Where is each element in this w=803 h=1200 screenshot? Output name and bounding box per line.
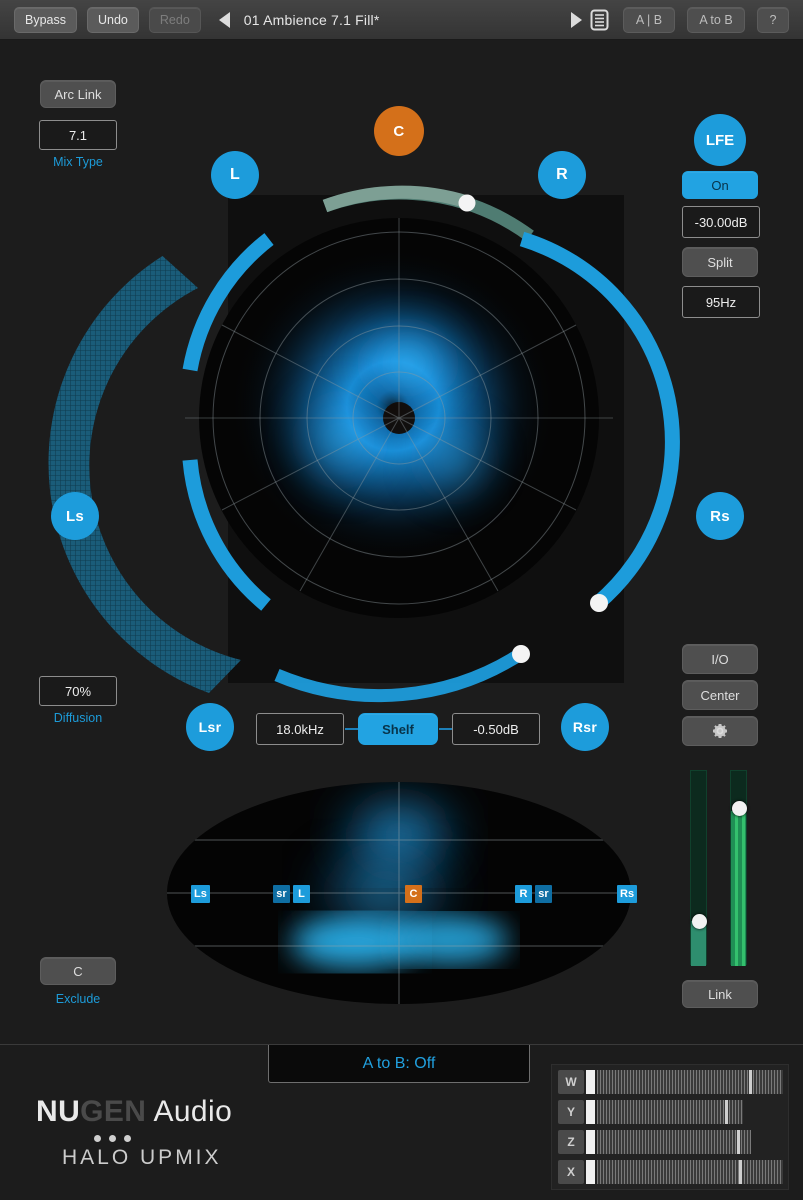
ambi-row-y: Y bbox=[558, 1100, 784, 1124]
undo-button[interactable]: Undo bbox=[87, 7, 139, 33]
ambi-row-z: Z bbox=[558, 1130, 784, 1154]
diffusion-label: Diffusion bbox=[28, 711, 128, 725]
speaker-badge-c[interactable]: C bbox=[374, 106, 424, 156]
brand-audio: Audio bbox=[146, 1095, 232, 1128]
eq-gain-field[interactable]: -0.50dB bbox=[452, 713, 540, 745]
ambi-label-y: Y bbox=[558, 1100, 584, 1124]
diffusion-field[interactable]: 70% bbox=[39, 676, 117, 706]
fader-left-knob[interactable] bbox=[692, 914, 707, 929]
preset-name[interactable]: 01 Ambience 7.1 Fill* bbox=[244, 12, 380, 28]
panner-marker-ls[interactable]: Ls bbox=[191, 885, 210, 903]
ambi-row-w: W bbox=[558, 1070, 784, 1094]
ambi-peak-x bbox=[586, 1160, 595, 1184]
a-to-b-button[interactable]: A to B bbox=[687, 7, 745, 33]
ambi-bars-w bbox=[597, 1070, 783, 1094]
ambisonic-meter: WYZX bbox=[551, 1064, 789, 1190]
ambi-bars-z bbox=[597, 1130, 751, 1154]
preset-prev-icon[interactable] bbox=[219, 12, 230, 28]
link-button[interactable]: Link bbox=[682, 980, 758, 1008]
brand-nu: NU bbox=[36, 1095, 80, 1128]
settings-button[interactable] bbox=[682, 716, 758, 746]
mix-type-field[interactable]: 7.1 bbox=[39, 120, 117, 150]
speaker-badge-l[interactable]: L bbox=[211, 151, 259, 199]
panner-marker-l[interactable]: L bbox=[293, 885, 310, 903]
ambi-label-z: Z bbox=[558, 1130, 584, 1154]
fader-right-knob[interactable] bbox=[732, 801, 747, 816]
top-toolbar: Bypass Undo Redo 01 Ambience 7.1 Fill* A… bbox=[0, 0, 803, 40]
ambi-peak-w bbox=[586, 1070, 595, 1094]
speaker-badge-lsr[interactable]: Lsr bbox=[186, 703, 234, 751]
eq-link-dash-right bbox=[439, 728, 453, 730]
lfe-badge[interactable]: LFE bbox=[694, 114, 746, 166]
ambi-bars-y bbox=[597, 1100, 743, 1124]
panner-marker-c[interactable]: C bbox=[405, 885, 422, 903]
brand-wordmark: NUGEN Audio bbox=[36, 1095, 316, 1129]
brand-dot bbox=[124, 1135, 131, 1142]
panner-marker-sr[interactable]: sr bbox=[535, 885, 552, 903]
bypass-button[interactable]: Bypass bbox=[14, 7, 77, 33]
ambi-tick-z bbox=[737, 1130, 740, 1154]
eq-shape-button[interactable]: Shelf bbox=[358, 713, 438, 745]
fader-right-track[interactable] bbox=[730, 770, 747, 965]
speaker-badge-rsr[interactable]: Rsr bbox=[561, 703, 609, 751]
lfe-on-button[interactable]: On bbox=[682, 171, 758, 199]
lfe-crossover-freq-field[interactable]: 95Hz bbox=[682, 286, 760, 318]
center-arc-handle bbox=[459, 195, 476, 212]
arc-handle-rs bbox=[590, 594, 608, 612]
ambi-tick-w bbox=[749, 1070, 752, 1094]
brand-gen: GEN bbox=[80, 1095, 146, 1128]
preset-next-icon[interactable] bbox=[571, 12, 582, 28]
exclude-button[interactable]: C bbox=[40, 957, 116, 985]
ambi-label-w: W bbox=[558, 1070, 584, 1094]
arc-link-button[interactable]: Arc Link bbox=[40, 80, 116, 108]
panner-marker-sr[interactable]: sr bbox=[273, 885, 290, 903]
eq-frequency-field[interactable]: 18.0kHz bbox=[256, 713, 344, 745]
gear-icon bbox=[711, 722, 729, 740]
ambi-tick-x bbox=[739, 1160, 742, 1184]
product-name: HALO UPMIX bbox=[62, 1146, 316, 1170]
speaker-badge-ls[interactable]: Ls bbox=[51, 492, 99, 540]
ambi-peak-z bbox=[586, 1130, 595, 1154]
redo-button[interactable]: Redo bbox=[149, 7, 201, 33]
main-stage: C L R Ls Rs Lsr Rsr Arc Link 7.1 Mix Typ… bbox=[0, 40, 803, 1044]
speaker-badge-rs[interactable]: Rs bbox=[696, 492, 744, 540]
panner-marker-rs[interactable]: Rs bbox=[617, 885, 637, 903]
io-button[interactable]: I/O bbox=[682, 644, 758, 674]
center-button[interactable]: Center bbox=[682, 680, 758, 710]
preset-list-icon[interactable] bbox=[590, 9, 609, 31]
lfe-split-button[interactable]: Split bbox=[682, 247, 758, 277]
ambi-row-x: X bbox=[558, 1160, 784, 1184]
help-button[interactable]: ? bbox=[757, 7, 789, 33]
a-to-b-status-tab[interactable]: A to B: Off bbox=[268, 1045, 530, 1083]
fader-left-track[interactable] bbox=[690, 770, 707, 965]
ambi-bars-x bbox=[597, 1160, 783, 1184]
speaker-badge-r[interactable]: R bbox=[538, 151, 586, 199]
ambi-peak-y bbox=[586, 1100, 595, 1124]
ab-compare-button[interactable]: A | B bbox=[623, 7, 675, 33]
mix-type-label: Mix Type bbox=[28, 155, 128, 169]
lfe-gain-field[interactable]: -30.00dB bbox=[682, 206, 760, 238]
ambi-label-x: X bbox=[558, 1160, 584, 1184]
brand-dots bbox=[94, 1135, 316, 1142]
brand-block: NUGEN Audio HALO UPMIX bbox=[36, 1095, 316, 1170]
fader-right-segment bbox=[731, 811, 746, 966]
arc-handle-rsr bbox=[512, 645, 530, 663]
brand-dot bbox=[94, 1135, 101, 1142]
panner-marker-r[interactable]: R bbox=[515, 885, 532, 903]
ambi-tick-y bbox=[725, 1100, 728, 1124]
exclude-label: Exclude bbox=[28, 992, 128, 1006]
brand-dot bbox=[109, 1135, 116, 1142]
output-faders bbox=[690, 770, 760, 965]
eq-link-dash-left bbox=[345, 728, 359, 730]
